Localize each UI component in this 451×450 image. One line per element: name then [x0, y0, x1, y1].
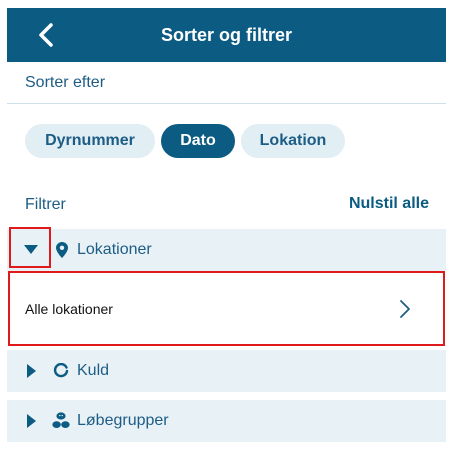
filter-group-label: Lokationer: [77, 241, 152, 258]
location-pin-icon: [56, 242, 68, 258]
sort-section-label: Sorter efter: [25, 74, 106, 91]
header-bar: Sorter og filtrer: [7, 8, 446, 62]
caret-right-icon[interactable]: [27, 414, 36, 428]
sort-chip-dyrnummer[interactable]: Dyrnummer: [25, 124, 155, 158]
sort-chip-lokation[interactable]: Lokation: [241, 124, 345, 158]
filter-group-kuld[interactable]: Kuld: [7, 350, 446, 392]
ring-icon: [53, 363, 69, 378]
caret-right-icon[interactable]: [27, 364, 36, 378]
all-locations-label: Alle lokationer: [25, 301, 113, 317]
chevron-right-icon: [400, 300, 410, 318]
sort-divider: [7, 103, 446, 104]
caret-down-icon[interactable]: [24, 245, 38, 255]
sort-chip-dato[interactable]: Dato: [161, 124, 235, 158]
page-title: Sorter og filtrer: [160, 25, 293, 45]
filter-group-label: Løbegrupper: [77, 412, 169, 429]
filter-section-label: Filtrer: [25, 196, 66, 213]
reset-all-button[interactable]: Nulstil alle: [349, 195, 429, 213]
filter-group-lokationer[interactable]: Lokationer: [7, 229, 446, 271]
filter-group-lobegrupper[interactable]: Løbegrupper: [7, 400, 446, 442]
all-locations-option[interactable]: Alle lokationer: [10, 273, 444, 345]
filter-group-label: Kuld: [77, 362, 110, 379]
animals-group-icon: [52, 412, 70, 428]
